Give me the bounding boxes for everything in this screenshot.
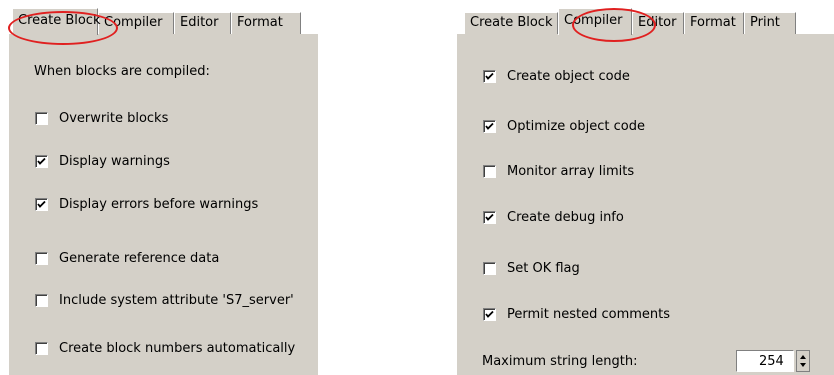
tab-editor[interactable]: Editor: [174, 12, 231, 34]
option-label: Overwrite blocks: [59, 110, 169, 126]
tab-label: Create Block: [18, 13, 101, 28]
tab-label: Print: [750, 15, 780, 30]
tab-create-block[interactable]: Create Block: [12, 8, 101, 35]
option-label: Create object code: [507, 68, 630, 84]
option-row[interactable]: Set OK flag: [483, 258, 580, 278]
option-label: Permit nested comments: [507, 306, 671, 322]
option-label: Create debug info: [507, 209, 624, 225]
option-label: Display warnings: [59, 153, 170, 169]
spin-down-icon[interactable]: [800, 363, 806, 367]
tab-label: Create Block: [470, 15, 553, 30]
checkbox[interactable]: [35, 293, 48, 307]
option-label: Create block numbers automatically: [59, 340, 296, 356]
option-row[interactable]: Generate reference data: [35, 248, 219, 268]
option-row[interactable]: Monitor array limits: [483, 161, 634, 181]
tab-label: Compiler: [104, 15, 163, 30]
tab-strip: Create Block Compiler Editor Format: [8, 0, 318, 35]
checkmark-icon: [485, 122, 494, 130]
tab-format[interactable]: Format: [231, 12, 301, 34]
tab-label: Format: [237, 15, 283, 30]
option-label: Display errors before warnings: [59, 196, 259, 212]
create-block-dialog: Create Block Compiler Editor Format When…: [8, 0, 318, 375]
max-string-length-label: Maximum string length:: [482, 354, 638, 369]
option-label: Optimize object code: [507, 118, 645, 134]
max-string-length-input[interactable]: 254: [736, 350, 794, 372]
tab-print[interactable]: Print: [744, 12, 796, 34]
checkmark-icon: [485, 310, 494, 318]
option-row[interactable]: Overwrite blocks: [35, 108, 168, 128]
checkmark-icon: [485, 213, 494, 221]
option-row[interactable]: Display errors before warnings: [35, 194, 258, 214]
option-label: Generate reference data: [59, 250, 220, 266]
option-label: Set OK flag: [507, 260, 580, 276]
checkbox-checked[interactable]: [35, 197, 48, 211]
option-row[interactable]: Create block numbers automatically: [35, 338, 295, 358]
tab-format[interactable]: Format: [684, 12, 744, 34]
checkbox[interactable]: [483, 164, 496, 178]
tab-label: Editor: [638, 15, 677, 30]
section-heading: When blocks are compiled:: [34, 64, 210, 79]
tab-strip: Create Block Compiler Editor Format Prin…: [456, 0, 834, 35]
option-row[interactable]: Create debug info: [483, 207, 624, 227]
tab-compiler[interactable]: Compiler: [98, 12, 174, 34]
checkbox[interactable]: [35, 111, 48, 125]
spin-button[interactable]: [796, 350, 810, 372]
checkbox-checked[interactable]: [483, 69, 496, 83]
checkmark-icon: [485, 72, 494, 80]
checkmark-icon: [37, 200, 46, 208]
option-row[interactable]: Display warnings: [35, 151, 170, 171]
option-row[interactable]: Optimize object code: [483, 116, 645, 136]
compiler-dialog: Create Block Compiler Editor Format Prin…: [456, 0, 834, 375]
checkbox[interactable]: [483, 261, 496, 275]
checkmark-icon: [37, 157, 46, 165]
tab-label: Editor: [180, 15, 219, 30]
spin-up-icon[interactable]: [800, 355, 806, 359]
checkbox[interactable]: [35, 341, 48, 355]
tab-editor[interactable]: Editor: [632, 12, 684, 34]
option-label: Include system attribute 'S7_server': [59, 292, 294, 308]
tab-label: Format: [690, 15, 736, 30]
checkbox-checked[interactable]: [483, 119, 496, 133]
checkbox-checked[interactable]: [35, 154, 48, 168]
option-row[interactable]: Include system attribute 'S7_server': [35, 290, 294, 310]
checkbox[interactable]: [35, 251, 48, 265]
tab-create-block[interactable]: Create Block: [464, 12, 558, 34]
option-row[interactable]: Permit nested comments: [483, 304, 670, 324]
option-row[interactable]: Create object code: [483, 66, 630, 86]
checkbox-checked[interactable]: [483, 210, 496, 224]
checkbox-checked[interactable]: [483, 307, 496, 321]
tab-compiler[interactable]: Compiler: [558, 8, 632, 35]
tab-label: Compiler: [564, 13, 623, 28]
option-label: Monitor array limits: [507, 163, 635, 179]
